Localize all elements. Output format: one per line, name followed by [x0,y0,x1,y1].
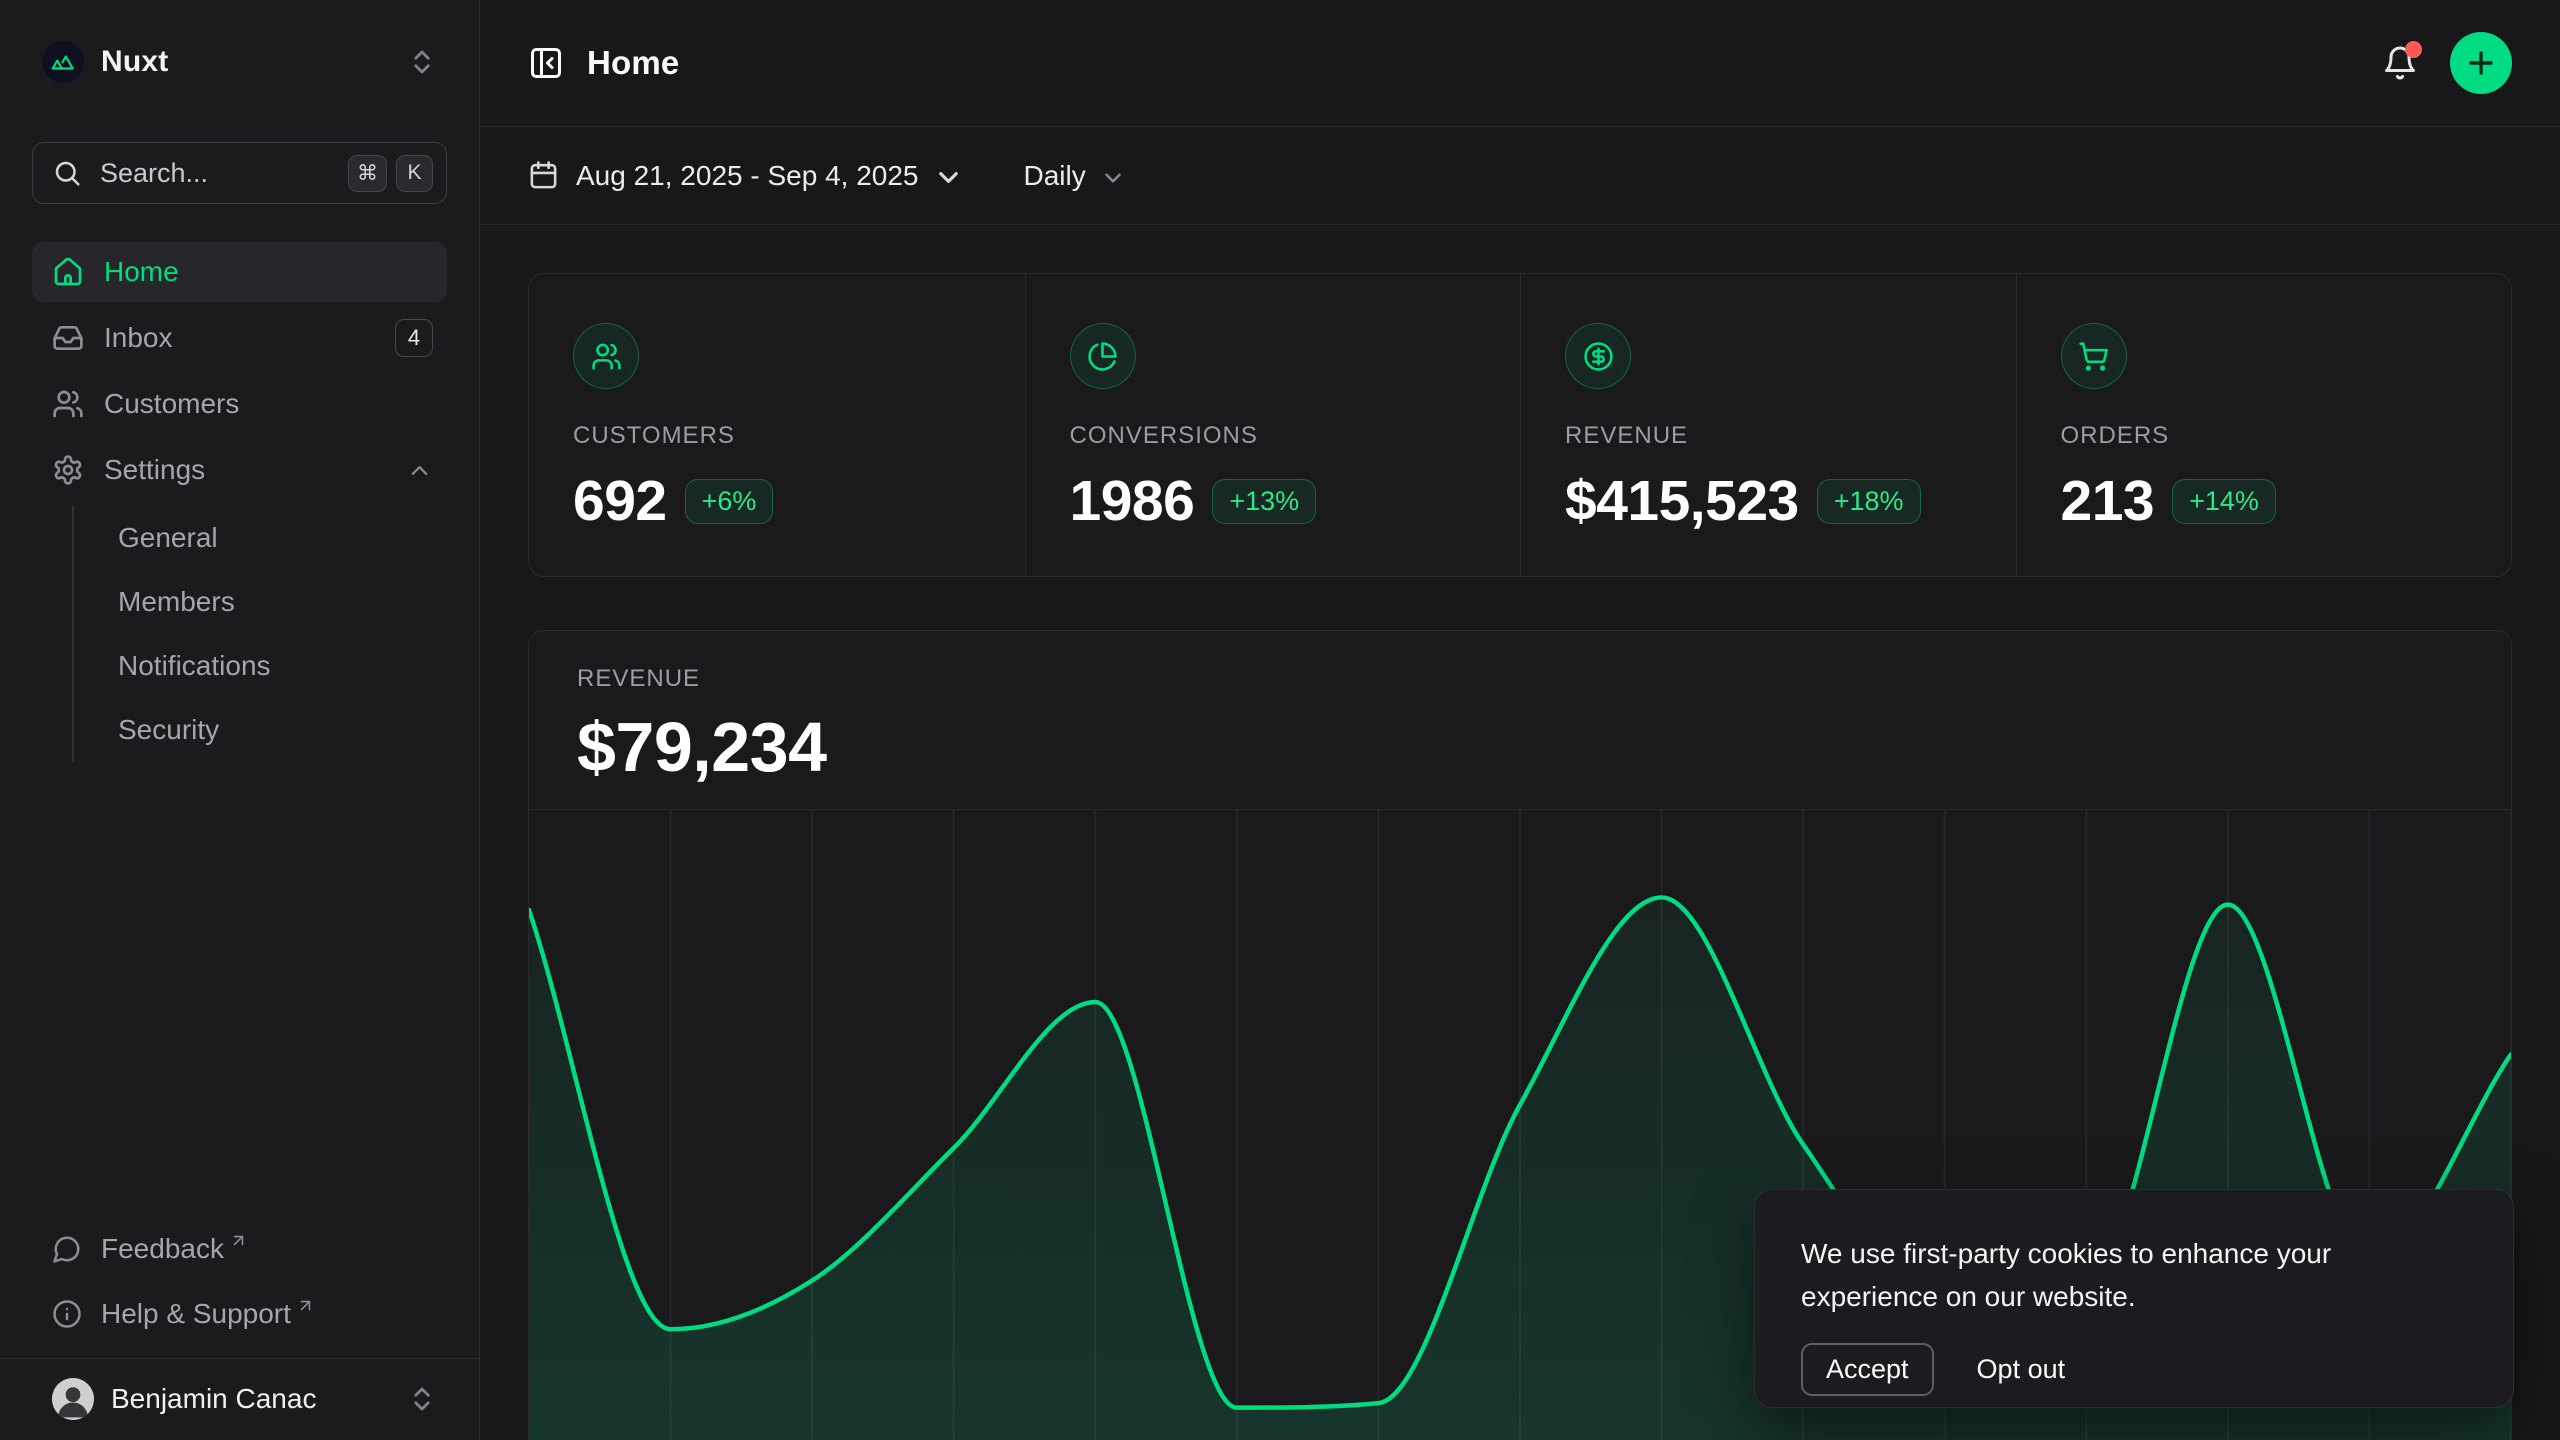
sidebar-footer: Feedback Help & Support [32,1221,447,1358]
home-icon [52,256,84,288]
stat-card-customers[interactable]: CUSTOMERS 692 +6% [529,274,1025,576]
date-range-picker[interactable]: Aug 21, 2025 - Sep 4, 2025 [528,160,964,192]
kbd-k: K [396,155,433,192]
kbd-cmd: ⌘ [348,155,387,192]
gear-icon [52,454,84,486]
stat-label: ORDERS [2061,422,2468,450]
sidebar-item-label: Inbox [104,322,173,354]
cookie-banner: We use first-party cookies to enhance yo… [1754,1189,2514,1408]
filter-toolbar: Aug 21, 2025 - Sep 4, 2025 Daily [480,127,2560,225]
workspace-name: Nuxt [101,45,168,79]
stat-delta-badge: +6% [685,479,774,524]
revenue-chart-value: $79,234 [577,707,2463,787]
sidebar-item-customers[interactable]: Customers [32,374,447,434]
dollar-circle-icon-badge [1565,323,1631,389]
search-placeholder: Search... [100,158,208,189]
inbox-count-badge: 4 [395,319,433,357]
sidebar-subitem-members[interactable]: Members [106,570,447,634]
search-input[interactable]: Search... ⌘ K [32,142,447,204]
stat-card-conversions[interactable]: CONVERSIONS 1986 +13% [1025,274,1521,576]
collapse-sidebar-icon[interactable] [528,45,564,81]
notification-dot [2405,41,2422,58]
cookie-message: We use first-party cookies to enhance yo… [1801,1232,2467,1318]
sidebar-item-help-support[interactable]: Help & Support [32,1286,447,1342]
sidebar-subgroup-settings: GeneralMembersNotificationsSecurity [72,506,447,762]
chevron-up-icon [406,457,433,484]
user-menu[interactable]: Benjamin Canac [0,1358,479,1440]
stat-label: REVENUE [1565,422,1972,450]
chevron-down-icon [1100,165,1126,191]
stat-card-orders[interactable]: ORDERS 213 +14% [2016,274,2512,576]
chevrons-up-down-icon [407,47,437,77]
sidebar-nav: Home Inbox 4 Customers Settings GeneralMember… [32,242,447,762]
sidebar: Nuxt Search... ⌘ K Home Inbox 4 Customers Se… [0,0,480,1440]
sidebar-item-inbox[interactable]: Inbox 4 [32,308,447,368]
notifications-button[interactable] [2380,43,2420,83]
date-range-label: Aug 21, 2025 - Sep 4, 2025 [576,160,919,192]
nuxt-logo-icon [42,41,84,83]
users-icon-badge [573,323,639,389]
info-icon [52,1299,82,1329]
workspace-switcher[interactable]: Nuxt [32,28,447,96]
stat-value: 213 [2061,468,2155,534]
stat-label: CONVERSIONS [1070,422,1477,450]
sidebar-item-home[interactable]: Home [32,242,447,302]
plus-icon [2464,46,2498,80]
chevrons-up-down-icon [407,1384,437,1414]
stat-label: CUSTOMERS [573,422,981,450]
stat-delta-badge: +13% [1212,479,1316,524]
page-title: Home [587,44,680,82]
stat-delta-badge: +14% [2172,479,2276,524]
users-icon [52,388,84,420]
stat-value: 1986 [1070,468,1195,534]
arrow-up-right-icon [229,1231,248,1250]
avatar [52,1378,94,1420]
user-name: Benjamin Canac [111,1383,316,1415]
add-button[interactable] [2450,32,2512,94]
revenue-chart-label: REVENUE [577,665,2463,693]
sidebar-subitem-general[interactable]: General [106,506,447,570]
stat-value: $415,523 [1565,468,1799,534]
stat-card-revenue[interactable]: REVENUE $415,523 +18% [1520,274,2016,576]
sidebar-item-label: Help & Support [101,1298,291,1330]
stat-value: 692 [573,468,667,534]
pie-chart-icon-badge [1070,323,1136,389]
granularity-label: Daily [1024,160,1086,192]
sidebar-item-label: Settings [104,454,205,486]
inbox-icon [52,322,84,354]
opt-out-button[interactable]: Opt out [1977,1354,2066,1385]
shopping-cart-icon-badge [2061,323,2127,389]
search-icon [52,158,82,188]
sidebar-item-feedback[interactable]: Feedback [32,1221,447,1277]
arrow-up-right-icon [296,1296,315,1315]
sidebar-item-label: Feedback [101,1233,224,1265]
sidebar-item-label: Home [104,256,179,288]
granularity-select[interactable]: Daily [1024,160,1126,192]
sidebar-subitem-security[interactable]: Security [106,698,447,762]
accept-button[interactable]: Accept [1801,1343,1934,1396]
top-header: Home [480,0,2560,127]
sidebar-subitem-notifications[interactable]: Notifications [106,634,447,698]
stats-row: CUSTOMERS 692 +6% CONVERSIONS 1986 +13% REVENU… [528,273,2512,577]
stat-delta-badge: +18% [1817,479,1921,524]
search-kbd-group: ⌘ K [348,155,433,192]
calendar-icon [528,160,559,191]
chevron-down-icon [933,162,964,193]
sidebar-item-settings[interactable]: Settings [32,440,447,500]
sidebar-item-label: Customers [104,388,239,420]
app-root: Nuxt Search... ⌘ K Home Inbox 4 Customers Se… [0,0,2560,1440]
message-circle-icon [52,1234,82,1264]
